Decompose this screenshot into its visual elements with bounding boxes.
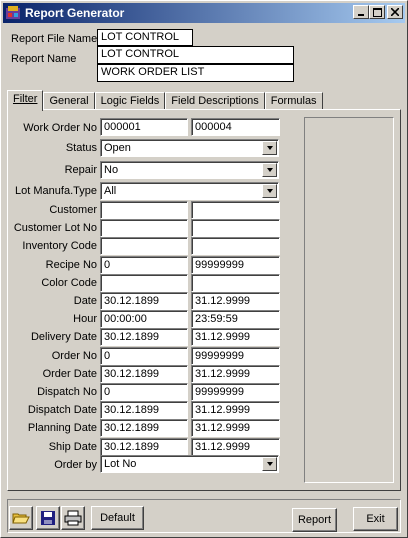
tab-formulas[interactable]: Formulas: [264, 92, 323, 110]
chevron-down-icon[interactable]: [262, 457, 277, 471]
range-to-field[interactable]: 99999999: [191, 383, 280, 401]
close-button[interactable]: [387, 5, 403, 19]
report-file-name-field[interactable]: LOT CONTROL: [97, 29, 193, 46]
range-to-field[interactable]: [191, 274, 280, 292]
range-to-field[interactable]: [191, 219, 280, 237]
save-button[interactable]: [36, 506, 60, 530]
range-to-field[interactable]: [191, 201, 280, 219]
window-title: Report Generator: [25, 6, 125, 20]
range-from-field[interactable]: 0: [100, 383, 188, 401]
range-to-field[interactable]: 31.12.9999: [191, 438, 280, 456]
range-label: Customer Lot No: [13, 222, 97, 234]
range-label: Color Code: [41, 277, 97, 289]
status-select[interactable]: Open: [100, 139, 279, 157]
range-to-field[interactable]: 99999999: [191, 347, 280, 365]
report-generator-window: Report Generator Report File Name LOT CO…: [0, 0, 408, 538]
range-label: Planning Date: [27, 422, 97, 434]
range-from-field[interactable]: 30.12.1899: [100, 365, 188, 383]
range-from-field[interactable]: 0: [100, 256, 188, 274]
report-name-label: Report Name: [11, 53, 77, 65]
range-from-field[interactable]: 30.12.1899: [100, 401, 188, 419]
range-from-field[interactable]: [100, 201, 188, 219]
report-app-icon: [6, 6, 20, 19]
range-to-field[interactable]: 31.12.9999: [191, 292, 280, 310]
range-from-field[interactable]: 0: [100, 347, 188, 365]
work-order-no-from[interactable]: 000001: [100, 118, 188, 136]
range-label: Order No: [51, 350, 97, 362]
tab-filter[interactable]: Filter: [7, 90, 44, 111]
range-to-field[interactable]: 31.12.9999: [191, 328, 280, 346]
range-label: Recipe No: [45, 259, 97, 271]
range-from-field[interactable]: 30.12.1899: [100, 419, 188, 437]
tab-field-descriptions[interactable]: Field Descriptions: [165, 92, 265, 110]
range-from-field[interactable]: 00:00:00: [100, 310, 188, 328]
range-label: Date: [73, 295, 97, 307]
order-by-select[interactable]: Lot No: [100, 455, 279, 473]
range-label: Dispatch Date: [27, 404, 97, 416]
repair-label: Repair: [64, 164, 97, 176]
chevron-down-icon[interactable]: [262, 141, 277, 155]
range-to-field[interactable]: [191, 237, 280, 255]
minimize-icon: [358, 14, 364, 16]
range-to-field[interactable]: 23:59:59: [191, 310, 280, 328]
range-to-field[interactable]: 99999999: [191, 256, 280, 274]
tab-bar: Filter General Logic Fields Field Descri…: [7, 90, 323, 111]
save-disk-icon: [41, 511, 55, 525]
range-from-field[interactable]: 30.12.1899: [100, 292, 188, 310]
maximize-button[interactable]: [369, 5, 385, 19]
repair-select[interactable]: No: [100, 161, 279, 179]
work-order-no-to[interactable]: 000004: [191, 118, 280, 136]
report-button[interactable]: Report: [292, 508, 337, 532]
exit-button[interactable]: Exit: [353, 507, 398, 531]
default-button[interactable]: Default: [91, 506, 144, 530]
work-order-no-label: Work Order No: [23, 122, 97, 134]
range-from-field[interactable]: [100, 219, 188, 237]
open-button[interactable]: [9, 506, 33, 530]
lot-type-label: Lot Manufa.Type: [15, 185, 97, 197]
report-file-name-label: Report File Name: [11, 33, 98, 45]
range-label: Order Date: [42, 368, 97, 380]
range-to-field[interactable]: 31.12.9999: [191, 401, 280, 419]
printer-icon: [64, 510, 82, 526]
print-button[interactable]: [61, 506, 85, 530]
order-by-label: Order by: [54, 459, 97, 471]
range-label: Delivery Date: [30, 331, 97, 343]
range-to-field[interactable]: 31.12.9999: [191, 419, 280, 437]
range-from-field[interactable]: [100, 274, 188, 292]
report-name-field[interactable]: LOT CONTROL: [97, 46, 294, 64]
range-label: Customer: [49, 204, 97, 216]
status-label: Status: [65, 142, 97, 154]
repair-value: No: [104, 164, 119, 176]
chevron-down-icon[interactable]: [262, 163, 277, 177]
range-from-field[interactable]: [100, 237, 188, 255]
range-label: Hour: [73, 313, 97, 325]
title-bar[interactable]: Report Generator: [3, 3, 405, 23]
range-label: Ship Date: [48, 441, 97, 453]
tab-logic-fields[interactable]: Logic Fields: [94, 92, 166, 110]
open-folder-icon: [12, 513, 30, 524]
status-value: Open: [104, 142, 131, 154]
close-icon: [391, 8, 399, 16]
range-label: Dispatch No: [37, 386, 97, 398]
tab-general[interactable]: General: [43, 92, 95, 110]
report-subname-field[interactable]: WORK ORDER LIST: [97, 64, 294, 82]
range-to-field[interactable]: 31.12.9999: [191, 365, 280, 383]
side-panel: [304, 117, 394, 483]
minimize-button[interactable]: [353, 5, 369, 19]
lot-type-value: All: [104, 185, 117, 197]
chevron-down-icon[interactable]: [262, 184, 277, 198]
range-label: Inventory Code: [22, 240, 97, 252]
lot-type-select[interactable]: All: [100, 182, 279, 200]
maximize-icon: [372, 7, 382, 17]
order-by-value: Lot No: [104, 458, 137, 470]
range-from-field[interactable]: 30.12.1899: [100, 438, 188, 456]
range-from-field[interactable]: 30.12.1899: [100, 328, 188, 346]
